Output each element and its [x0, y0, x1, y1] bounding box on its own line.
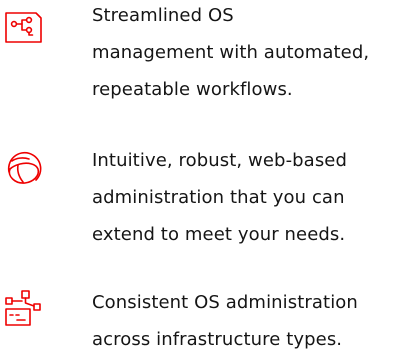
feature-text-line: administration that you can — [92, 187, 345, 208]
infrastructure-icon — [3, 289, 43, 329]
feature-text-line: Streamlined OS — [92, 5, 234, 26]
feature-description: Intuitive, robust, web-based administrat… — [92, 142, 412, 253]
feature-text-line: repeatable workflows. — [92, 79, 293, 100]
feature-text-line: management with automated, — [92, 42, 370, 63]
globe-icon — [3, 149, 43, 189]
feature-text-line: Consistent OS administration — [92, 292, 358, 313]
feature-text-line: across infrastructure types. — [92, 329, 343, 350]
feature-text-line: extend to meet your needs. — [92, 224, 346, 245]
feature-text-line: Intuitive, robust, web-based — [92, 150, 347, 171]
workflow-icon — [3, 8, 43, 48]
feature-description: Consistent OS administration across infr… — [92, 284, 412, 358]
feature-description: Streamlined OS management with automated… — [92, 0, 412, 108]
